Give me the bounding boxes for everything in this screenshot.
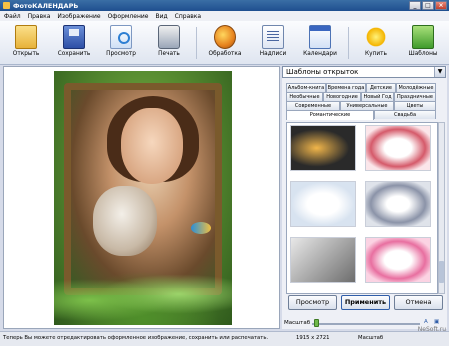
templates-button[interactable]: Шаблоны — [403, 23, 443, 63]
template-thumb[interactable] — [365, 125, 431, 171]
tab-unusual[interactable]: Необычные — [286, 92, 323, 101]
preview-template-button[interactable]: Просмотр — [288, 295, 337, 310]
buy-button[interactable]: Купить — [356, 23, 396, 63]
minimize-icon[interactable]: _ — [409, 1, 421, 10]
open-label: Открыть — [12, 51, 40, 57]
calendars-button[interactable]: Календари — [300, 23, 340, 63]
menu-design[interactable]: Оформление — [108, 13, 149, 20]
scrollbar-thumb[interactable] — [439, 261, 444, 283]
calendars-label: Календари — [303, 51, 337, 57]
floppy-disk-icon — [63, 25, 85, 49]
templates-icon — [412, 25, 434, 49]
window-title: ФотоКАЛЕНДАРЬ — [13, 1, 79, 10]
document-text-icon — [262, 25, 284, 49]
template-thumb[interactable] — [365, 181, 431, 227]
template-category-value: Шаблоны открыток — [286, 68, 359, 76]
cancel-button[interactable]: Отмена — [394, 295, 443, 310]
tab-kids[interactable]: Детские — [366, 83, 396, 92]
image-dimensions: 1915 x 2721 — [296, 335, 330, 341]
zoom-slider-knob[interactable] — [314, 319, 319, 327]
print-button[interactable]: Печать — [149, 23, 189, 63]
template-thumb[interactable] — [290, 125, 356, 171]
preview-label: Просмотр — [106, 51, 136, 57]
save-label: Сохранить — [57, 51, 91, 57]
tab-holidays[interactable]: Праздничные — [394, 92, 436, 101]
template-thumb[interactable] — [290, 237, 356, 283]
rabbit — [93, 186, 157, 256]
menu-bar: Файл Правка Изображение Оформление Вид С… — [0, 11, 449, 21]
watermark: NeSoft.ru — [417, 326, 446, 333]
template-thumb[interactable] — [365, 237, 431, 283]
captions-button[interactable]: Надписи — [253, 23, 293, 63]
close-icon[interactable]: × — [435, 1, 447, 10]
postcard-image — [54, 71, 232, 325]
preview-button[interactable]: Просмотр — [101, 23, 141, 63]
open-button[interactable]: Открыть — [6, 23, 46, 63]
tab-seasons[interactable]: Времена года — [326, 83, 366, 92]
panel-buttons: Просмотр Применить Отмена — [288, 295, 443, 310]
gallery-scrollbar[interactable] — [438, 122, 445, 294]
image-canvas[interactable] — [3, 66, 280, 329]
menu-help[interactable]: Справка — [175, 13, 201, 20]
calendar-icon — [309, 25, 331, 49]
printer-icon — [158, 25, 180, 49]
menu-image[interactable]: Изображение — [57, 13, 100, 20]
tab-album[interactable]: Альбом-книга — [286, 83, 326, 92]
chevron-down-icon[interactable]: ▼ — [434, 67, 445, 77]
templates-label: Шаблоны — [408, 51, 438, 57]
print-label: Печать — [158, 51, 180, 57]
template-thumb[interactable] — [290, 181, 356, 227]
zoom-label: Масштаб — [284, 320, 311, 326]
templates-panel: Шаблоны открыток ▼ Альбом-книга Времена … — [282, 66, 447, 329]
tab-new-year[interactable]: Новый Год — [361, 92, 394, 101]
template-category-select[interactable]: Шаблоны открыток ▼ — [282, 66, 446, 78]
toolbar-separator — [348, 27, 349, 59]
status-bar: Теперь Вы можете отредактировать оформле… — [0, 326, 449, 346]
menu-view[interactable]: Вид — [155, 13, 167, 20]
process-label: Обработка — [208, 51, 242, 57]
app-icon — [3, 2, 10, 9]
tab-wedding[interactable]: Свадьба — [374, 110, 436, 119]
save-button[interactable]: Сохранить — [54, 23, 94, 63]
girl-face — [121, 108, 183, 184]
leaves — [54, 263, 232, 325]
bird — [191, 222, 211, 234]
tab-modern[interactable]: Современные — [286, 101, 340, 110]
menu-edit[interactable]: Правка — [28, 13, 51, 20]
toolbar: Открыть Сохранить Просмотр Печать Обрабо… — [0, 21, 449, 65]
apply-button[interactable]: Применить — [341, 295, 390, 310]
tab-youth[interactable]: Молодёжные — [396, 83, 436, 92]
magnifier-icon — [110, 25, 132, 49]
tab-new-year-cards[interactable]: Новогодние — [323, 92, 361, 101]
captions-label: Надписи — [259, 51, 287, 57]
status-zoom: Масштаб — [358, 335, 384, 341]
zoom-track[interactable] — [312, 323, 420, 325]
folder-icon — [15, 25, 37, 49]
title-bar: ФотоКАЛЕНДАРЬ _ □ × — [0, 0, 449, 11]
maximize-icon[interactable]: □ — [422, 1, 434, 10]
palette-icon — [214, 25, 236, 49]
template-gallery — [286, 122, 438, 294]
buy-label: Купить — [365, 51, 387, 57]
tab-romantic[interactable]: Романтические — [286, 110, 374, 120]
process-button[interactable]: Обработка — [205, 23, 245, 63]
toolbar-separator — [196, 27, 197, 59]
tab-universal[interactable]: Универсальные — [340, 101, 394, 110]
window-controls: _ □ × — [409, 1, 447, 10]
sun-icon — [365, 25, 387, 49]
status-hint: Теперь Вы можете отредактировать оформле… — [3, 335, 269, 341]
menu-file[interactable]: Файл — [4, 13, 21, 20]
tab-flowers[interactable]: Цветы — [394, 101, 436, 110]
